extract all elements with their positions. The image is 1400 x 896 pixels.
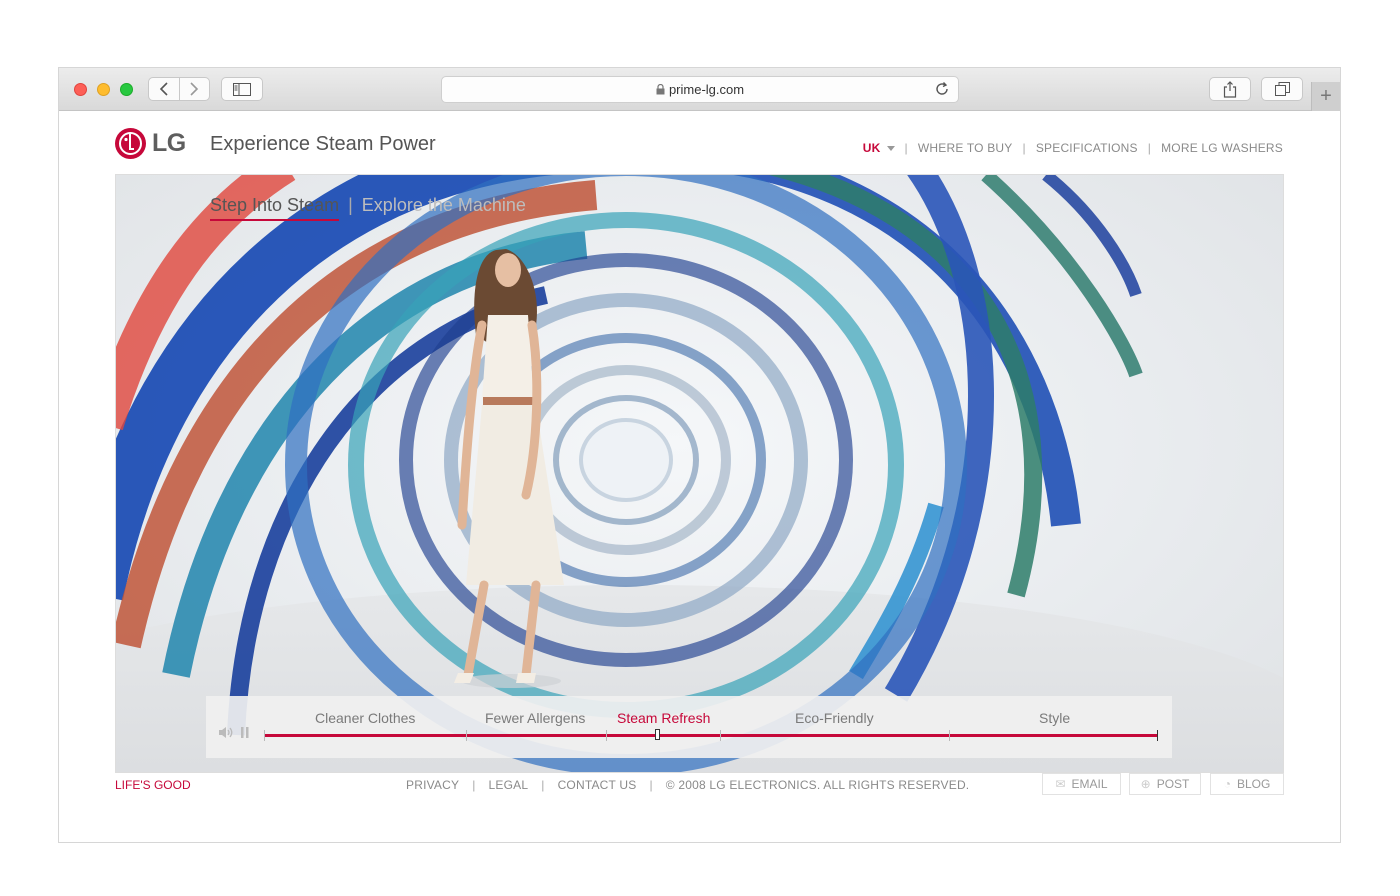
footer-links: PRIVACY | LEGAL | CONTACT US | © 2008 LG… [406, 778, 969, 792]
chapter-steam-refresh[interactable]: Steam Refresh [617, 710, 710, 726]
forward-icon [190, 82, 199, 96]
brand-name: LG [152, 129, 186, 157]
share-icon [1223, 80, 1237, 98]
nav-divider: | [904, 141, 908, 155]
region-label: UK [862, 141, 881, 155]
lg-face-icon [115, 128, 146, 159]
chapter-style[interactable]: Style [1039, 710, 1070, 726]
footer-divider: | [649, 778, 653, 792]
tabs-icon [1274, 81, 1290, 96]
history-nav-group [148, 77, 210, 101]
email-share-button[interactable]: ✉ EMAIL [1042, 773, 1121, 795]
email-icon: ✉ [1055, 777, 1066, 791]
footer-divider: | [541, 778, 545, 792]
video-player-bar: Cleaner Clothes Fewer Allergens Steam Re… [206, 696, 1172, 758]
chapter-tick [949, 730, 950, 741]
lg-logo[interactable]: LG [115, 128, 186, 159]
minimize-window-button[interactable] [97, 83, 110, 96]
sidebar-icon [233, 82, 251, 96]
forward-button[interactable] [180, 78, 210, 100]
tab-explore-the-machine[interactable]: Explore the Machine [362, 195, 526, 215]
nav-divider: | [1022, 141, 1026, 155]
email-label: EMAIL [1071, 777, 1108, 791]
chapter-cleaner-clothes[interactable]: Cleaner Clothes [315, 710, 415, 726]
volume-icon[interactable] [218, 726, 234, 742]
chapter-eco-friendly[interactable]: Eco-Friendly [795, 710, 874, 726]
chapter-tick [606, 730, 607, 741]
footer-link-privacy[interactable]: PRIVACY [406, 778, 459, 792]
chevron-down-icon [886, 145, 895, 151]
site-title: Experience Steam Power [210, 133, 436, 155]
back-button[interactable] [149, 78, 180, 100]
show-tabs-button[interactable] [1261, 77, 1303, 101]
top-navigation: UK | WHERE TO BUY | SPECIFICATIONS | MOR… [863, 141, 1283, 155]
lifes-good-tagline: LIFE'S GOOD [115, 778, 191, 792]
new-tab-button[interactable]: + [1311, 82, 1340, 111]
hero-video[interactable]: Step Into Steam | Explore the Machine Cl… [115, 174, 1284, 773]
nav-where-to-buy[interactable]: WHERE TO BUY [918, 141, 1013, 155]
address-bar[interactable]: prime-lg.com [441, 76, 959, 103]
region-selector[interactable]: UK [863, 141, 895, 155]
web-page: LG Experience Steam Power UK | WHERE TO … [59, 111, 1340, 842]
steam-tunnel-illustration [116, 175, 1283, 772]
nav-more-lg-washers[interactable]: MORE LG WASHERS [1161, 141, 1283, 155]
track-start-tick [264, 730, 265, 741]
share-button[interactable] [1209, 77, 1251, 101]
video-progress-track[interactable] [264, 729, 1158, 741]
blog-icon: ◔ [1223, 777, 1231, 791]
chapter-tick [466, 730, 467, 741]
nav-divider: | [1147, 141, 1152, 155]
post-label: POST [1156, 777, 1190, 791]
blog-share-button[interactable]: ◔ BLOG [1210, 773, 1284, 795]
zoom-window-button[interactable] [120, 83, 133, 96]
video-scrubber-handle[interactable] [655, 729, 660, 740]
post-share-button[interactable]: ⊕ POST [1129, 773, 1201, 795]
back-icon [159, 82, 168, 96]
track-end-tick [1157, 730, 1158, 741]
breadcrumb-divider: | [348, 195, 353, 215]
plus-icon: + [1320, 85, 1332, 107]
nav-specifications[interactable]: SPECIFICATIONS [1036, 141, 1138, 155]
url-text: prime-lg.com [668, 82, 745, 97]
lock-icon [656, 84, 665, 95]
sidebar-toggle-button[interactable] [221, 77, 263, 101]
footer-link-legal[interactable]: LEGAL [489, 778, 529, 792]
browser-window: prime-lg.com + LG Experience Steam Power [58, 67, 1341, 843]
blog-label: BLOG [1236, 777, 1271, 791]
copyright-notice: © 2008 LG ELECTRONICS. ALL RIGHTS RESERV… [665, 778, 970, 792]
chapter-tick [720, 730, 721, 741]
hero-breadcrumb: Step Into Steam | Explore the Machine [210, 195, 526, 221]
close-window-button[interactable] [74, 83, 87, 96]
footer-divider: | [472, 778, 476, 792]
post-icon: ⊕ [1140, 777, 1151, 791]
pause-icon[interactable] [240, 726, 250, 742]
browser-toolbar: prime-lg.com + [59, 68, 1340, 111]
chapter-fewer-allergens[interactable]: Fewer Allergens [485, 710, 585, 726]
tab-step-into-steam[interactable]: Step Into Steam [210, 195, 340, 221]
footer-link-contact-us[interactable]: CONTACT US [558, 778, 637, 792]
reload-icon[interactable] [934, 81, 950, 97]
